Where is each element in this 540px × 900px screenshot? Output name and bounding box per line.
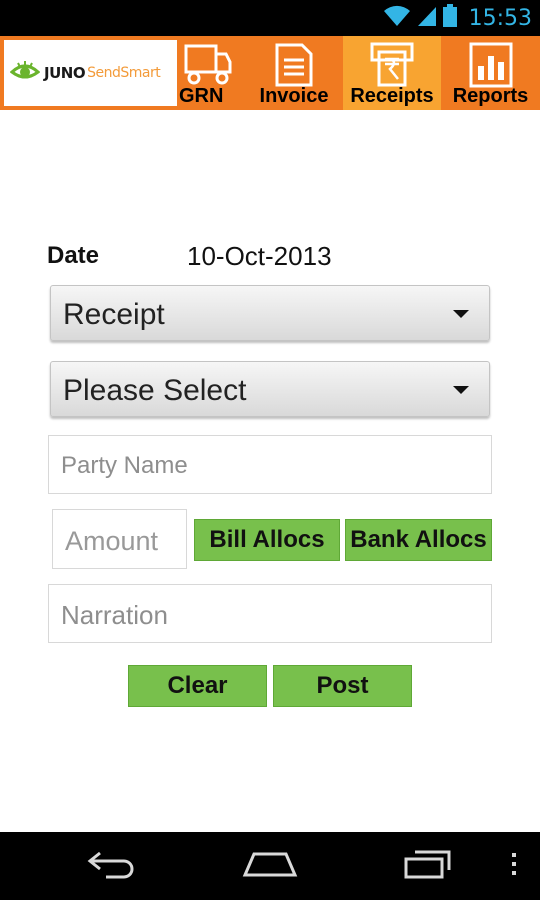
account-select-value: Please Select — [63, 374, 247, 407]
recent-apps-button[interactable] — [388, 832, 468, 900]
tab-invoice[interactable]: Invoice — [245, 36, 343, 110]
date-label: Date — [47, 242, 100, 269]
recent-apps-icon — [403, 848, 453, 884]
more-vertical-icon — [511, 852, 517, 880]
dropdown-arrow-icon — [453, 386, 469, 394]
tab-receipts[interactable]: Receipts — [343, 36, 441, 110]
eye-logo-icon — [9, 60, 41, 86]
dropdown-arrow-icon — [453, 310, 469, 318]
wifi-icon — [383, 5, 411, 31]
home-button[interactable] — [230, 832, 310, 900]
status-icons: 15:53 — [383, 0, 532, 36]
signal-icon — [417, 5, 437, 31]
home-icon — [242, 850, 298, 882]
tab-reports[interactable]: Reports — [441, 36, 540, 110]
clear-button[interactable]: Clear — [128, 665, 267, 707]
logo-brand: JUNO — [44, 64, 86, 82]
logo-tagline: SendSmart — [87, 65, 161, 81]
bill-allocs-button[interactable]: Bill Allocs — [194, 519, 340, 561]
amount-field[interactable]: Amount — [52, 509, 187, 569]
party-name-field[interactable]: Party Name — [48, 435, 492, 494]
voucher-type-value: Receipt — [63, 298, 165, 331]
back-button[interactable] — [72, 832, 152, 900]
navigation-bar — [0, 832, 540, 900]
battery-icon — [442, 4, 457, 32]
narration-placeholder: Narration — [61, 600, 168, 630]
bank-allocs-button[interactable]: Bank Allocs — [345, 519, 492, 561]
tab-invoice-label: Invoice — [259, 85, 329, 107]
status-bar: 15:53 — [0, 0, 540, 36]
clock: 15:53 — [468, 5, 532, 31]
voucher-type-spinner[interactable]: Receipt — [50, 285, 490, 341]
amount-placeholder: Amount — [65, 526, 159, 556]
tab-grn-label: GRN — [179, 85, 224, 107]
back-icon — [86, 849, 138, 883]
overflow-menu-button[interactable] — [500, 832, 528, 900]
tab-grn[interactable]: GRN — [179, 36, 240, 110]
account-select-spinner[interactable]: Please Select — [50, 361, 490, 417]
tab-receipts-label: Receipts — [350, 85, 434, 107]
tab-reports-label: Reports — [452, 85, 529, 107]
app-logo: JUNO SendSmart — [2, 38, 179, 108]
date-value[interactable]: 10-Oct-2013 — [187, 241, 332, 272]
narration-field[interactable]: Narration — [48, 584, 492, 643]
post-button[interactable]: Post — [273, 665, 412, 707]
party-name-placeholder: Party Name — [61, 452, 188, 479]
